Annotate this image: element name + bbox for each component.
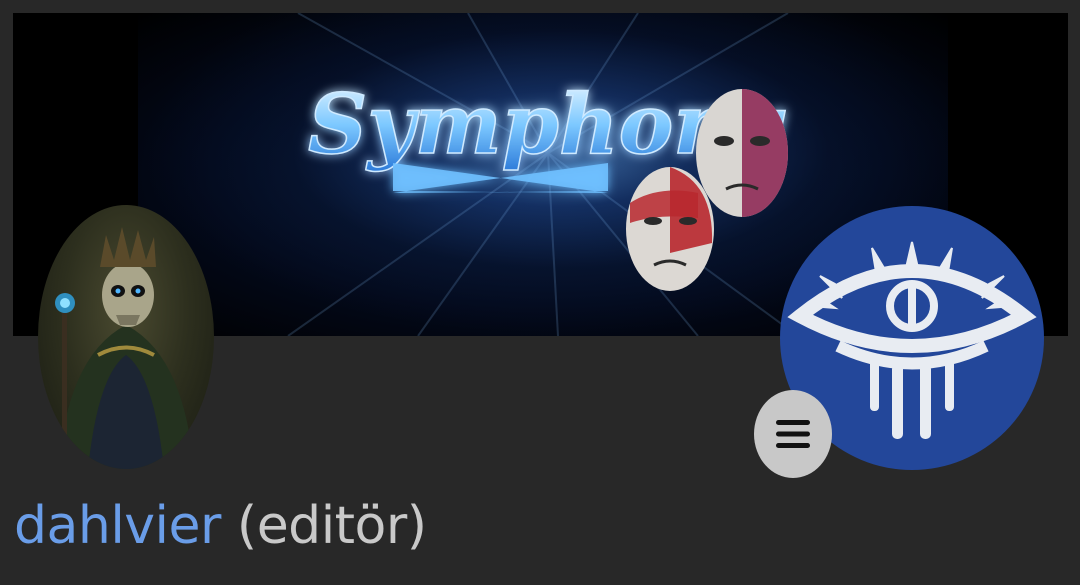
logo-mark: X: [496, 190, 497, 192]
profile-page: Symphony X dahlvier (editör): [0, 0, 1080, 585]
user-avatar[interactable]: [38, 205, 214, 469]
skeleton-king-portrait: [55, 227, 194, 469]
menu-button[interactable]: [754, 390, 832, 478]
username-link[interactable]: dahlvier: [14, 496, 221, 556]
hamburger-menu-icon: [776, 420, 810, 448]
user-title: dahlvier (editör): [14, 492, 427, 560]
user-role: (editör): [236, 496, 427, 556]
